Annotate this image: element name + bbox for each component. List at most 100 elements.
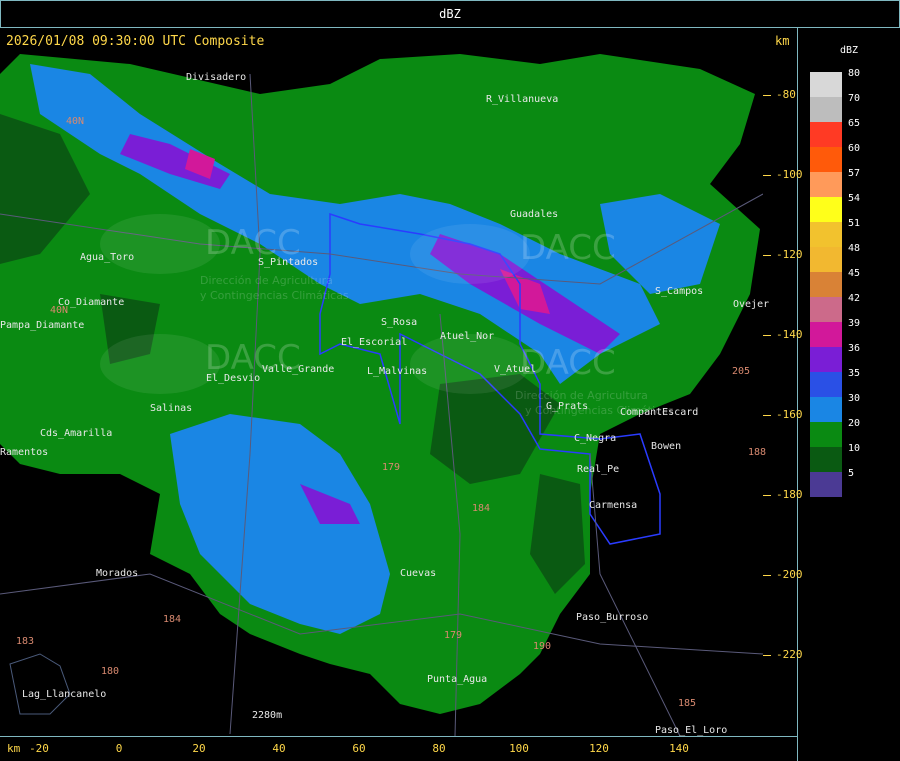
x-tick-label: 40 xyxy=(272,742,286,755)
y-tick-mark xyxy=(763,495,771,496)
place-label: Ovejer xyxy=(733,299,770,310)
place-label: Ramentos xyxy=(0,447,49,458)
route-number: 183 xyxy=(16,636,35,647)
legend-label: 60 xyxy=(848,143,861,154)
legend-swatch xyxy=(810,397,842,422)
legend-label: 48 xyxy=(848,243,861,254)
place-label: Divisadero xyxy=(186,72,247,83)
y-tick-mark xyxy=(763,575,771,576)
place-label: 2280m xyxy=(252,710,283,721)
legend-swatch xyxy=(810,472,842,497)
place-label: Agua_Toro xyxy=(80,252,135,263)
watermark-line1: Dirección de Agricultura xyxy=(200,274,333,287)
place-label: L_Malvinas xyxy=(367,366,428,377)
x-tick-label: 20 xyxy=(192,742,206,755)
x-tick-label: -20 xyxy=(29,742,49,755)
legend-swatch xyxy=(810,222,842,247)
legend-swatch xyxy=(810,247,842,272)
route-number: 40N xyxy=(66,116,85,127)
axis-line xyxy=(0,736,797,737)
legend-swatch xyxy=(810,272,842,297)
watermark-logo xyxy=(410,224,530,284)
legend-label: 45 xyxy=(848,268,861,279)
y-tick-label: -80 xyxy=(776,88,796,101)
route-number: 188 xyxy=(748,447,767,458)
place-label: S_Campos xyxy=(655,286,704,297)
legend-label: 36 xyxy=(848,343,861,354)
legend-label: 80 xyxy=(848,68,861,79)
place-label: Punta_Agua xyxy=(427,674,488,685)
legend-swatch xyxy=(810,422,842,447)
legend-swatch xyxy=(810,347,842,372)
x-tick-label: 140 xyxy=(669,742,689,755)
place-label: Cuevas xyxy=(400,568,437,579)
place-label: Valle_Grande xyxy=(262,364,335,375)
legend-swatch xyxy=(810,122,842,147)
legend-swatch xyxy=(810,447,842,472)
radar-map[interactable]: DACC DACC DACC DACC Dirección de Agricul… xyxy=(0,54,763,736)
route-number: 190 xyxy=(533,641,552,652)
place-label: G_Prats xyxy=(546,401,589,412)
y-tick-mark xyxy=(763,175,771,176)
unit-label-bottom: km xyxy=(7,742,21,755)
place-label: Lag_Llancanelo xyxy=(22,689,107,700)
route-number: 184 xyxy=(472,503,491,514)
route-number: 205 xyxy=(732,366,751,377)
timestamp-label: 2026/01/08 09:30:00 UTC Composite xyxy=(6,34,265,49)
legend-swatch xyxy=(810,72,842,97)
watermark-line2: y Contingencias Climáticas xyxy=(200,289,349,302)
legend-swatch xyxy=(810,147,842,172)
place-label: El_Desvio xyxy=(206,373,261,384)
x-tick-label: 120 xyxy=(589,742,609,755)
legend-label: 10 xyxy=(848,443,861,454)
unit-label-top: km xyxy=(775,34,790,48)
legend-swatch xyxy=(810,297,842,322)
place-label: Cds_Amarilla xyxy=(40,428,113,439)
route-number: 180 xyxy=(101,666,120,677)
place-label: Guadales xyxy=(510,209,559,220)
watermark-logo xyxy=(100,214,220,274)
y-tick-mark xyxy=(763,95,771,96)
legend-label: 51 xyxy=(848,218,861,229)
legend-label: 30 xyxy=(848,393,861,404)
place-label: V_Atuel xyxy=(494,364,537,375)
legend-label: 42 xyxy=(848,293,861,304)
legend-label: 57 xyxy=(848,168,861,179)
x-tick-label: 80 xyxy=(432,742,446,755)
y-tick-label: -100 xyxy=(776,168,803,181)
color-legend xyxy=(810,72,842,497)
y-tick-mark xyxy=(763,255,771,256)
place-label: C_Negra xyxy=(574,433,617,444)
route-number: 179 xyxy=(444,630,463,641)
place-label: Paso_El_Loro xyxy=(655,725,728,736)
legend-label: 70 xyxy=(848,93,861,104)
place-label: Bowen xyxy=(651,441,682,452)
y-tick-label: -200 xyxy=(776,568,803,581)
legend-title: dBZ xyxy=(840,45,859,56)
place-label: S_Rosa xyxy=(381,317,418,328)
y-tick-label: -120 xyxy=(776,248,803,261)
route-number: 185 xyxy=(678,698,697,709)
watermark-brand: DACC xyxy=(520,343,616,383)
legend-swatch xyxy=(810,197,842,222)
legend-label: 39 xyxy=(848,318,861,329)
place-label: Atuel_Nor xyxy=(440,331,495,342)
route-number: 184 xyxy=(163,614,182,625)
legend-label: 65 xyxy=(848,118,861,129)
y-tick-mark xyxy=(763,335,771,336)
x-tick-label: 0 xyxy=(115,742,123,755)
y-tick-label: -140 xyxy=(776,328,803,341)
place-label: Carmensa xyxy=(589,500,638,511)
x-tick-label: 100 xyxy=(509,742,529,755)
route-number: 40N xyxy=(50,305,69,316)
route-number: 179 xyxy=(382,462,401,473)
y-tick-mark xyxy=(763,415,771,416)
place-label: Paso_Burroso xyxy=(576,612,649,623)
y-tick-mark xyxy=(763,655,771,656)
place-label: R_Villanueva xyxy=(486,94,559,105)
y-tick-label: -160 xyxy=(776,408,803,421)
legend-label: 54 xyxy=(848,193,861,204)
legend-swatch xyxy=(810,172,842,197)
legend-swatch xyxy=(810,97,842,122)
place-label: Salinas xyxy=(150,403,193,414)
